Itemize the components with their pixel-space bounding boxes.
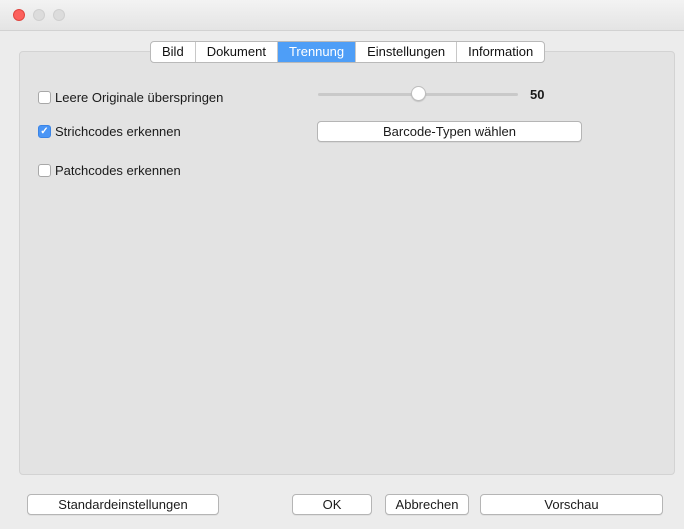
tab-bar: Bild Dokument Trennung Einstellungen Inf… <box>150 41 546 63</box>
defaults-button[interactable]: Standardeinstellungen <box>27 494 219 515</box>
title-bar <box>0 0 684 31</box>
skip-blank-row[interactable]: Leere Originale überspringen <box>38 90 223 105</box>
cancel-button[interactable]: Abbrechen <box>385 494 469 515</box>
barcodes-row[interactable]: ✓ Strichcodes erkennen <box>38 124 181 139</box>
settings-window: Bild Dokument Trennung Einstellungen Inf… <box>0 0 684 529</box>
preview-button[interactable]: Vorschau <box>480 494 663 515</box>
checkmark-icon: ✓ <box>40 125 49 137</box>
tab-dokument[interactable]: Dokument <box>196 42 278 62</box>
skip-blank-label: Leere Originale überspringen <box>55 90 224 105</box>
ok-button[interactable]: OK <box>292 494 372 515</box>
tab-einstellungen[interactable]: Einstellungen <box>356 42 458 62</box>
patchcodes-label: Patchcodes erkennen <box>55 163 181 178</box>
patchcodes-checkbox[interactable] <box>38 164 51 177</box>
tab-bild[interactable]: Bild <box>151 42 196 62</box>
tab-trennung[interactable]: Trennung <box>277 42 357 62</box>
close-window-icon[interactable] <box>13 9 25 21</box>
barcode-types-button[interactable]: Barcode-Typen wählen <box>317 121 582 142</box>
tab-information[interactable]: Information <box>457 42 544 62</box>
barcodes-checkbox[interactable]: ✓ <box>38 125 51 138</box>
slider-value: 50 <box>530 87 545 102</box>
tab-content-panel <box>19 51 675 475</box>
patchcodes-row[interactable]: Patchcodes erkennen <box>38 163 181 178</box>
barcodes-label: Strichcodes erkennen <box>55 124 181 139</box>
blank-threshold-slider[interactable] <box>318 86 518 102</box>
minimize-window-icon[interactable] <box>33 9 45 21</box>
slider-knob[interactable] <box>410 86 426 101</box>
zoom-window-icon[interactable] <box>53 9 65 21</box>
skip-blank-checkbox[interactable] <box>38 91 51 104</box>
